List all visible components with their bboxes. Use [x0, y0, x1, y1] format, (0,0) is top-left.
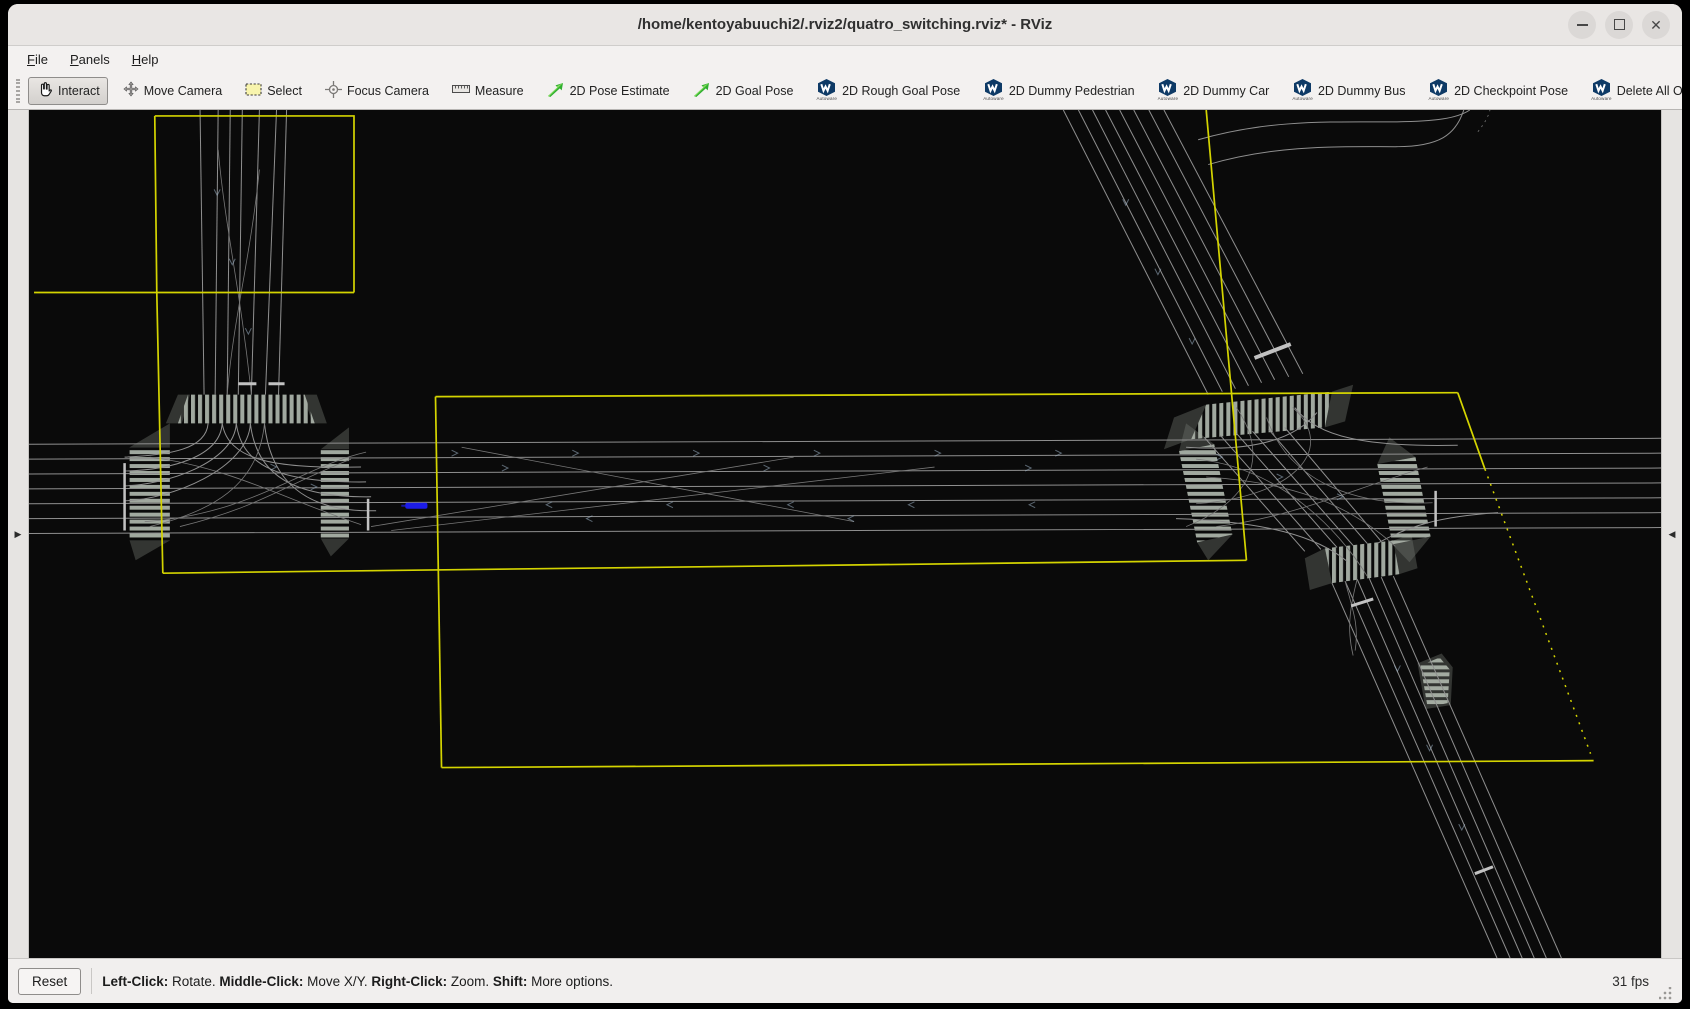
tool-label: 2D Dummy Bus [1318, 84, 1406, 98]
branch-road-top-right [1198, 110, 1490, 165]
tool-2d-goal-pose[interactable]: 2D Goal Pose [685, 77, 802, 104]
window-title: /home/kentoyabuuchi2/.rviz2/quatro_switc… [8, 16, 1682, 33]
tool-2d-dummy-car[interactable]: Autoware 2D Dummy Car [1150, 75, 1278, 106]
focus-crosshair-icon [325, 81, 342, 101]
tool-2d-dummy-bus[interactable]: Autoware 2D Dummy Bus [1284, 75, 1413, 106]
tool-label: 2D Dummy Car [1183, 84, 1269, 98]
menu-file[interactable]: File [18, 49, 57, 70]
toolbar-drag-handle[interactable] [16, 79, 20, 103]
hint-desc: More options. [527, 974, 613, 989]
tool-label: Delete All Objects [1617, 84, 1682, 98]
hand-icon [36, 81, 53, 101]
tool-2d-dummy-pedestrian[interactable]: Autoware 2D Dummy Pedestrian [975, 75, 1142, 106]
autoware-icon: Autoware [1428, 79, 1449, 102]
minimize-button[interactable] [1568, 11, 1596, 39]
tool-label: 2D Goal Pose [716, 84, 794, 98]
autoware-icon: Autoware [983, 79, 1004, 102]
toolbar: Interact Move Camera Select Focus Camera… [8, 72, 1682, 110]
statusbar-separator [91, 968, 92, 994]
tool-2d-pose-estimate[interactable]: 2D Pose Estimate [539, 77, 678, 104]
menu-help[interactable]: Help [123, 49, 168, 70]
tool-2d-checkpoint-pose[interactable]: Autoware 2D Checkpoint Pose [1420, 75, 1576, 106]
north-road-lines [200, 110, 287, 395]
maximize-icon [1614, 19, 1625, 30]
tool-label: Select [267, 84, 302, 98]
maximize-button[interactable] [1605, 11, 1633, 39]
resize-grip[interactable] [1659, 987, 1672, 1000]
tool-2d-rough-goal-pose[interactable]: Autoware 2D Rough Goal Pose [808, 75, 968, 106]
tool-focus-camera[interactable]: Focus Camera [317, 77, 437, 105]
blue-marker [401, 503, 427, 509]
autoware-icon: Autoware [1591, 79, 1612, 102]
close-button[interactable]: ✕ [1642, 11, 1670, 39]
autoware-icon: Autoware [1292, 79, 1313, 102]
reset-button[interactable]: Reset [18, 968, 81, 995]
tool-select[interactable]: Select [237, 78, 310, 104]
lanelet-map [29, 110, 1661, 958]
hint-key: Middle-Click: [219, 974, 303, 989]
green-arrow-icon [693, 81, 711, 100]
minimize-icon [1577, 24, 1588, 26]
lane-direction-arrows [214, 189, 1465, 830]
map-boundary-lines [34, 110, 1594, 768]
tool-move-camera[interactable]: Move Camera [115, 77, 231, 104]
tool-label: Move Camera [144, 84, 223, 98]
diagonal-road-lower [1332, 576, 1561, 958]
tool-label: 2D Pose Estimate [570, 84, 670, 98]
tool-delete-all-objects[interactable]: Autoware Delete All Objects [1583, 75, 1682, 106]
left-panel-collapse-handle[interactable]: ▶ [8, 110, 29, 958]
tool-interact[interactable]: Interact [28, 77, 108, 105]
autoware-icon: Autoware [1158, 79, 1179, 102]
chevron-right-icon: ▶ [15, 529, 22, 540]
hint-desc: Rotate. [168, 974, 219, 989]
close-icon: ✕ [1650, 18, 1662, 32]
hint-desc: Zoom. [447, 974, 493, 989]
viewport-row: ▶ [8, 110, 1682, 958]
hint-desc: Move X/Y. [303, 974, 371, 989]
hint-key: Right-Click: [371, 974, 447, 989]
tool-label: Measure [475, 84, 524, 98]
ruler-icon [452, 83, 470, 98]
titlebar[interactable]: /home/kentoyabuuchi2/.rviz2/quatro_switc… [8, 4, 1682, 46]
statusbar: Reset Left-Click: Rotate. Middle-Click: … [8, 958, 1682, 1003]
tool-label: Interact [58, 84, 100, 98]
tool-measure[interactable]: Measure [444, 79, 532, 102]
tool-label: Focus Camera [347, 84, 429, 98]
hint-key: Left-Click: [102, 974, 168, 989]
chevron-left-icon: ◀ [1669, 529, 1676, 540]
3d-viewport[interactable] [29, 110, 1661, 958]
tool-label: 2D Dummy Pedestrian [1009, 84, 1135, 98]
selection-box-icon [245, 82, 262, 100]
window-controls: ✕ [1568, 11, 1682, 39]
menu-panels[interactable]: Panels [61, 49, 119, 70]
tool-label: 2D Checkpoint Pose [1454, 84, 1568, 98]
green-arrow-icon [547, 81, 565, 100]
move-arrows-icon [123, 81, 139, 100]
right-panel-collapse-handle[interactable]: ◀ [1661, 110, 1682, 958]
fps-counter: 31 fps [1612, 974, 1649, 989]
menubar: File Panels Help [8, 46, 1682, 72]
rviz-window: /home/kentoyabuuchi2/.rviz2/quatro_switc… [8, 4, 1682, 1003]
mouse-hints: Left-Click: Rotate. Middle-Click: Move X… [102, 974, 613, 989]
autoware-icon: Autoware [816, 79, 837, 102]
tool-label: 2D Rough Goal Pose [842, 84, 960, 98]
hint-key: Shift: [493, 974, 528, 989]
